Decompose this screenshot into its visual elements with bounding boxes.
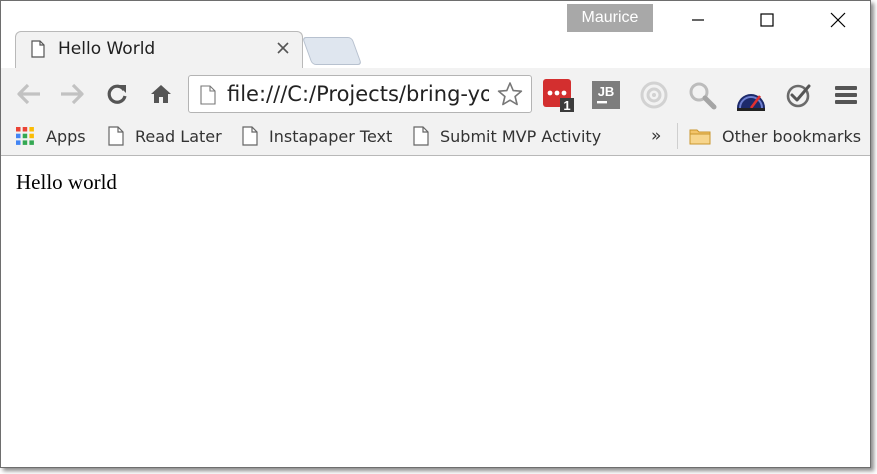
close-icon	[830, 12, 846, 28]
lastpass-badge: 1	[563, 98, 570, 112]
forward-button[interactable]	[58, 80, 86, 108]
maximize-icon	[760, 13, 774, 27]
close-window-button[interactable]	[815, 3, 861, 37]
checkmark-extension[interactable]	[783, 79, 815, 111]
user-badge[interactable]: Maurice	[567, 4, 653, 32]
page-icon	[108, 126, 124, 146]
toolbar: 1 JB	[1, 68, 870, 116]
page-content: Hello world	[1, 156, 870, 467]
magnifier-icon	[689, 82, 717, 110]
speedometer-extension[interactable]	[734, 78, 768, 112]
checkmark-icon	[786, 84, 811, 108]
speedometer-icon	[737, 94, 765, 111]
arrow-right-icon	[61, 83, 84, 105]
arrow-left-icon	[17, 83, 40, 105]
browser-window: Maurice Hello World file:///C:/Projects/…	[0, 0, 871, 468]
magnifier-extension[interactable]	[686, 79, 718, 111]
jetbrains-icon: JB	[592, 81, 620, 109]
bookmark-other-bookmarks[interactable]: Other bookmarks	[689, 124, 861, 148]
bookmark-label: Read Later	[135, 126, 222, 146]
radar-extension[interactable]	[638, 79, 670, 111]
bookmark-label: Instapaper Text	[269, 126, 393, 146]
back-button[interactable]	[15, 80, 43, 108]
chrome-menu-button[interactable]	[831, 80, 861, 110]
page-icon	[31, 40, 45, 58]
title-bar: Maurice Hello World	[1, 1, 870, 69]
page-icon	[413, 126, 429, 146]
address-input[interactable]	[227, 79, 489, 109]
jetbrains-extension[interactable]: JB	[590, 79, 622, 111]
tab-close-icon[interactable]	[276, 41, 290, 55]
minimize-button[interactable]	[675, 3, 721, 37]
bookmarks-bar: Apps Read Later Instapaper Text Submit M…	[1, 116, 870, 156]
bookmark-submit-mvp-activity[interactable]: Submit MVP Activity	[413, 124, 601, 148]
page-icon	[242, 126, 258, 146]
home-button[interactable]	[147, 80, 175, 108]
maximize-button[interactable]	[744, 3, 790, 37]
reload-icon	[107, 84, 127, 104]
menu-icon	[835, 86, 857, 104]
minimize-icon	[692, 19, 704, 21]
lastpass-extension[interactable]: 1	[541, 78, 575, 112]
page-text: Hello world	[16, 170, 117, 194]
apps-icon	[16, 127, 34, 145]
tab-content: Hello World	[15, 31, 301, 69]
reload-button[interactable]	[103, 80, 131, 108]
bookmark-other-label: Other bookmarks	[722, 126, 862, 146]
overflow-chevron: »	[651, 126, 662, 146]
bookmark-label: Submit MVP Activity	[440, 126, 602, 146]
address-bar[interactable]	[188, 75, 532, 113]
bookmark-instapaper-text[interactable]: Instapaper Text	[242, 124, 392, 148]
new-tab-button[interactable]	[301, 37, 363, 65]
page-icon	[200, 85, 216, 105]
tab-title: Hello World	[58, 39, 156, 59]
home-icon	[151, 85, 171, 103]
bookmark-read-later[interactable]: Read Later	[108, 124, 222, 148]
bookmark-apps-label: Apps	[46, 126, 86, 146]
bookmark-apps[interactable]: Apps	[15, 124, 86, 148]
folder-icon	[689, 129, 711, 145]
star-icon[interactable]	[497, 81, 523, 107]
lastpass-icon: 1	[543, 79, 574, 112]
jetbrains-label: JB	[598, 84, 615, 99]
bookmarks-divider	[677, 123, 678, 149]
radar-icon	[640, 81, 668, 109]
bookmarks-overflow-button[interactable]: »	[651, 124, 661, 148]
